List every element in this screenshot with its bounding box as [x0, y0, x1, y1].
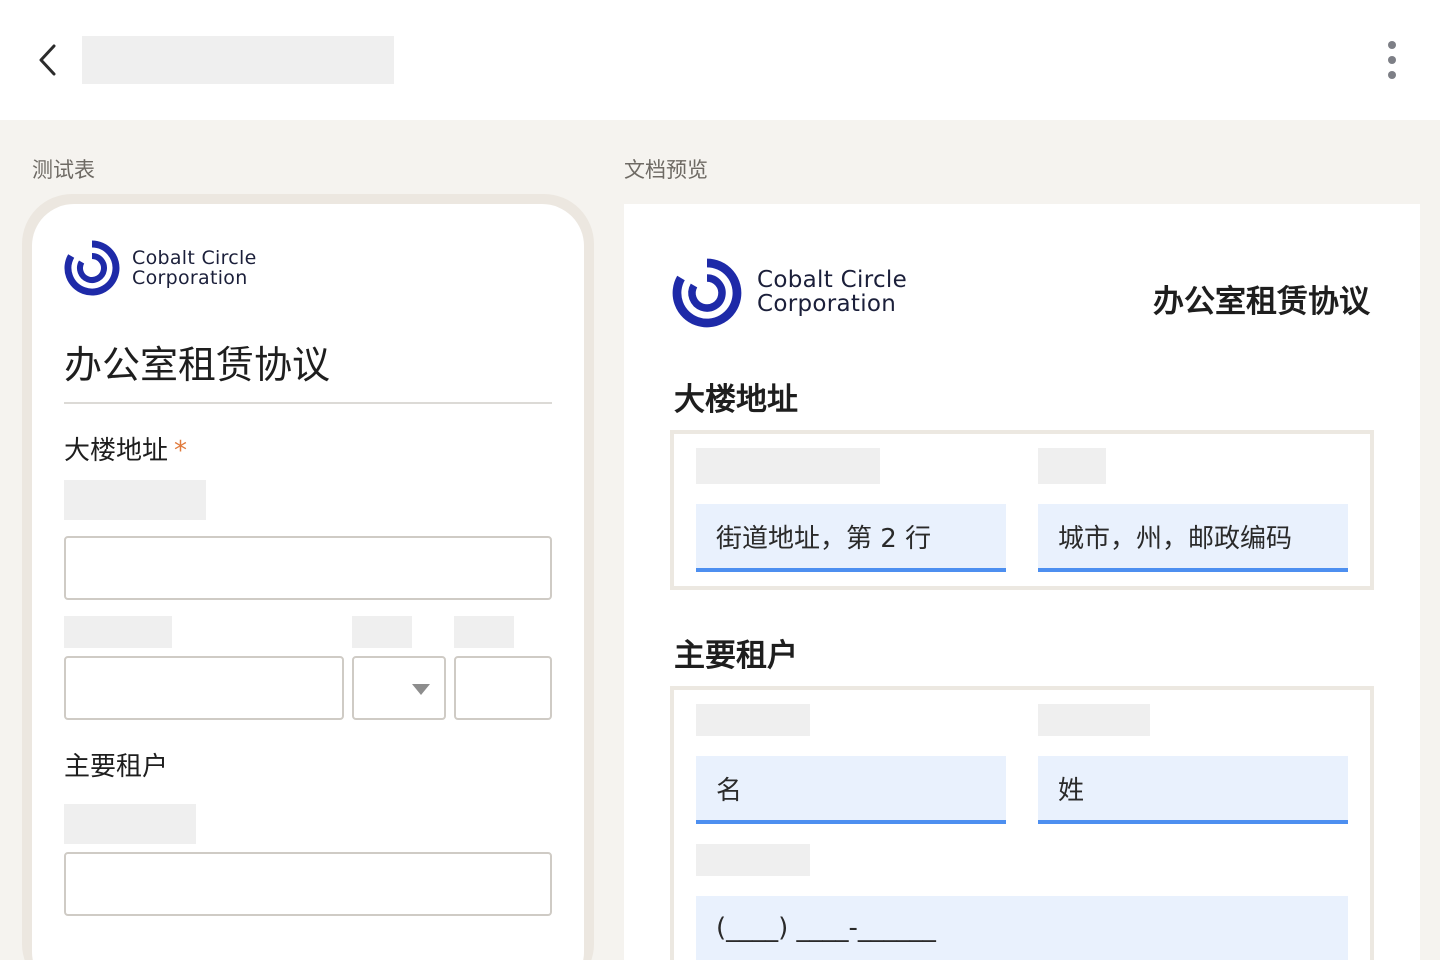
street-line2-field[interactable]: 街道地址，第 2 行 [696, 504, 1006, 572]
brand-name: Cobalt Circle Corporation [132, 248, 257, 288]
city-label-placeholder [64, 616, 172, 648]
street-address-input[interactable] [64, 536, 552, 600]
document-preview-label: 文档预览 [624, 158, 708, 182]
building-address-heading-text: 大楼地址 [64, 436, 169, 466]
chevron-left-icon [39, 44, 56, 76]
doc-building-address-heading: 大楼地址 [674, 382, 798, 418]
first-name-field[interactable]: 名 [696, 756, 1006, 824]
state-select[interactable] [352, 656, 446, 720]
brand-name-line1: Cobalt Circle [757, 267, 908, 293]
tenant-name-label-placeholder [64, 804, 196, 844]
chevron-down-icon [412, 684, 430, 695]
state-label-placeholder [352, 616, 412, 648]
doc-label-placeholder [1038, 704, 1150, 736]
form-panel-label: 测试表 [32, 158, 95, 182]
zip-input[interactable] [454, 656, 552, 720]
last-name-field[interactable]: 姓 [1038, 756, 1348, 824]
doc-label-placeholder [1038, 448, 1106, 484]
tenant-name-input[interactable] [64, 852, 552, 916]
required-mark: * [174, 436, 188, 466]
doc-label-placeholder [696, 448, 880, 484]
more-vertical-icon-dot [1388, 71, 1396, 79]
phone-field[interactable]: (____) ____-______ [696, 896, 1348, 960]
cobalt-circle-logo [64, 240, 120, 296]
doc-label-placeholder [696, 844, 810, 876]
back-button[interactable] [28, 40, 68, 80]
city-input[interactable] [64, 656, 344, 720]
street-address-label-placeholder [64, 480, 206, 520]
top-bar [0, 0, 1440, 120]
more-options-button[interactable] [1372, 38, 1412, 82]
brand-name-line1: Cobalt Circle [132, 247, 257, 269]
primary-tenant-heading: 主要租户 [64, 752, 169, 782]
building-address-heading: 大楼地址 * [64, 430, 187, 467]
title-divider [64, 402, 552, 404]
city-state-zip-field[interactable]: 城市，州，邮政编码 [1038, 504, 1348, 572]
brand-name-line2: Corporation [757, 291, 897, 318]
brand-name: Cobalt Circle Corporation [757, 268, 907, 317]
form-title: 办公室租赁协议 [64, 343, 331, 387]
doc-label-placeholder [696, 704, 810, 736]
cobalt-circle-logo [672, 258, 742, 328]
more-vertical-icon-dot [1388, 56, 1396, 64]
more-vertical-icon [1388, 41, 1396, 49]
brand-name-line2: Corporation [132, 267, 248, 290]
doc-primary-tenant-heading: 主要租户 [674, 638, 798, 674]
document-title: 办公室租赁协议 [1153, 284, 1370, 320]
zip-label-placeholder [454, 616, 514, 648]
page-title-placeholder [82, 36, 394, 84]
